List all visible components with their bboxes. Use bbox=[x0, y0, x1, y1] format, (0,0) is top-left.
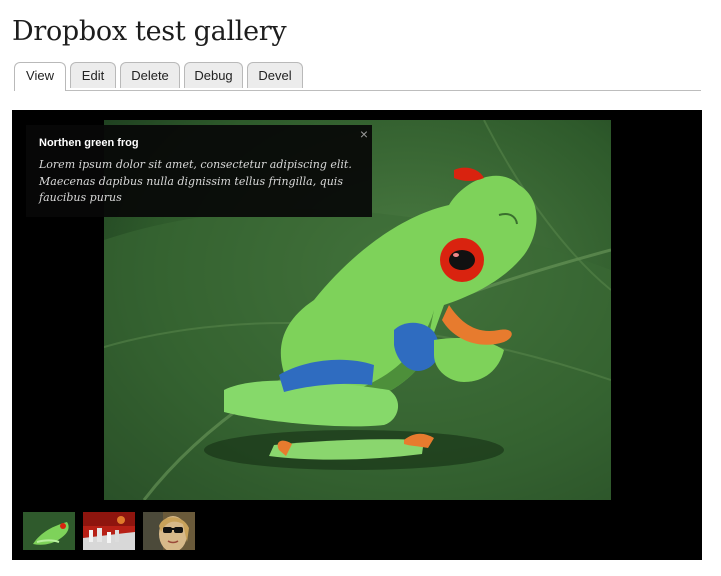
tab-bar: View Edit Delete Debug Devel bbox=[14, 62, 701, 91]
thumbnail-frog-icon[interactable] bbox=[23, 512, 75, 550]
thumbnail-chess-icon[interactable] bbox=[83, 512, 135, 550]
caption-description: Lorem ipsum dolor sit amet, consectetur … bbox=[39, 158, 352, 204]
gallery: Northen green frog Lorem ipsum dolor sit… bbox=[12, 110, 702, 560]
page-title: Dropbox test gallery bbox=[12, 16, 287, 47]
image-caption: Northen green frog Lorem ipsum dolor sit… bbox=[26, 125, 372, 217]
tab-view[interactable]: View bbox=[14, 62, 66, 91]
tab-devel[interactable]: Devel bbox=[247, 62, 303, 88]
tab-debug[interactable]: Debug bbox=[184, 62, 243, 88]
tab-edit[interactable]: Edit bbox=[70, 62, 116, 88]
thumbnail-woman-sunglasses-icon[interactable] bbox=[143, 512, 195, 550]
tab-delete[interactable]: Delete bbox=[120, 62, 180, 88]
close-icon[interactable]: × bbox=[360, 126, 368, 142]
caption-title: Northen green frog bbox=[39, 137, 139, 149]
